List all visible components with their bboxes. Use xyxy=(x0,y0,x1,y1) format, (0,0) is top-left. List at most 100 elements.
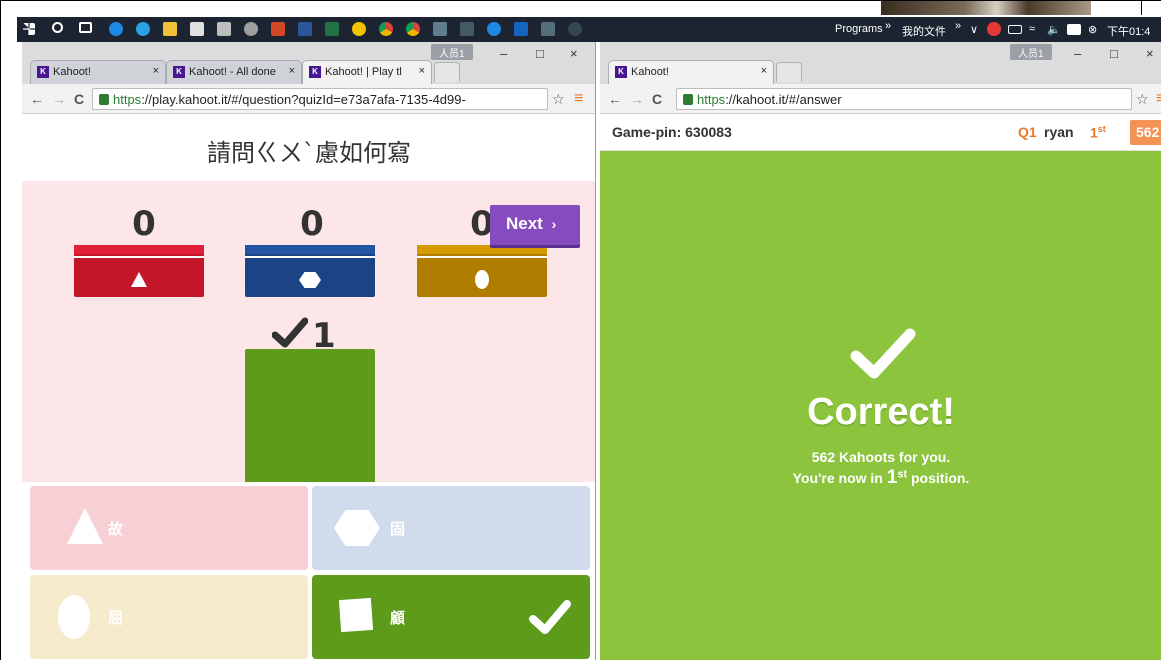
rank-suffix: st xyxy=(1097,124,1106,134)
hexagon-icon xyxy=(334,510,380,546)
minimize-button[interactable]: – xyxy=(500,46,507,61)
chevron-icon[interactable]: » xyxy=(885,20,891,32)
url-bar[interactable]: https://play.kahoot.it/#/question?quizId… xyxy=(92,88,548,110)
back-button[interactable]: ← xyxy=(30,91,44,107)
chrome-icon[interactable] xyxy=(379,22,393,36)
notification-tray-icon[interactable] xyxy=(1067,24,1081,35)
media-icon[interactable] xyxy=(244,22,258,36)
edge-icon[interactable] xyxy=(109,22,123,36)
answer-options: 故 固 屈 顧 xyxy=(22,482,595,660)
answer-label: 固 xyxy=(390,520,406,538)
answer-stats-panel: 0 0 0 Next › 1 xyxy=(22,181,595,482)
checkmark-icon xyxy=(272,317,308,348)
chrome-window-icon[interactable] xyxy=(568,22,582,36)
maximize-button[interactable]: □ xyxy=(536,46,544,61)
app-icon[interactable] xyxy=(514,22,528,36)
ime-tray-icon[interactable]: ⊗ xyxy=(1088,23,1097,36)
volume-tray-icon[interactable]: 🔈 xyxy=(1047,23,1061,36)
store-icon[interactable] xyxy=(190,22,204,36)
windows-start-icon[interactable] xyxy=(23,23,35,35)
lock-icon xyxy=(683,94,693,105)
url-bar[interactable]: https://kahoot.it/#/answer xyxy=(676,88,1132,110)
player-name: ryan xyxy=(1044,124,1074,140)
tab-kahoot-all-done[interactable]: K Kahoot! - All done × xyxy=(166,60,302,84)
answer-count-blue: 0 xyxy=(300,204,324,244)
new-tab-button[interactable] xyxy=(434,62,460,82)
app-icon[interactable] xyxy=(460,22,474,36)
reload-button[interactable]: C xyxy=(74,91,84,107)
ie-icon[interactable] xyxy=(136,22,150,36)
next-button[interactable]: Next › xyxy=(490,205,580,245)
tab-close-icon[interactable]: × xyxy=(419,65,425,77)
word-icon[interactable] xyxy=(298,22,312,36)
position-value: 1 xyxy=(886,467,898,488)
antivirus-tray-icon[interactable] xyxy=(987,22,1001,36)
checkmark-icon xyxy=(529,600,571,634)
excel-icon[interactable] xyxy=(325,22,339,36)
answer-count-red: 0 xyxy=(132,204,156,244)
title-bar: 人员1 – □ × K Kahoot! × K Kahoot! - All do… xyxy=(22,42,595,84)
tray-chevron-icon[interactable]: ∨ xyxy=(970,23,978,36)
calculator-icon[interactable] xyxy=(217,22,231,36)
circle-icon xyxy=(58,595,90,639)
file-explorer-icon[interactable] xyxy=(163,22,177,36)
forward-button[interactable]: → xyxy=(630,91,644,107)
score-badge: 562 xyxy=(1130,120,1161,145)
title-bar: 人员1 – □ × K Kahoot! × xyxy=(600,42,1161,84)
tab-kahoot-play[interactable]: K Kahoot! | Play tl × xyxy=(302,60,432,84)
app-icon[interactable] xyxy=(433,22,447,36)
wifi-tray-icon[interactable]: ≈ xyxy=(1029,23,1035,35)
position-suffix: st xyxy=(897,468,908,481)
search-icon[interactable] xyxy=(52,22,63,33)
programs-toolbar-label[interactable]: Programs xyxy=(835,23,883,35)
powerpoint-icon[interactable] xyxy=(271,22,285,36)
position-prefix: You're now in xyxy=(792,470,887,486)
app-icon[interactable] xyxy=(487,22,501,36)
url-text: ://kahoot.it/#/answer xyxy=(725,92,842,107)
back-button[interactable]: ← xyxy=(608,91,622,107)
chrome-menu-icon[interactable]: ≡ xyxy=(574,90,583,108)
result-title: Correct! xyxy=(807,391,955,433)
bookmark-star-icon[interactable]: ☆ xyxy=(552,91,565,108)
clock[interactable]: 下午01:4 xyxy=(1107,23,1150,39)
correct-answer-bar xyxy=(245,349,375,482)
reload-button[interactable]: C xyxy=(652,91,662,107)
app-icon[interactable] xyxy=(541,22,555,36)
chrome-menu-icon[interactable]: ≡ xyxy=(1156,90,1161,108)
url-scheme: https xyxy=(113,92,142,107)
chrome-alt-icon[interactable] xyxy=(406,22,420,36)
screen: Programs » 我的文件 » ∨ ≈ 🔈 ⊗ 下午01:4 人员1 – □… xyxy=(0,0,1161,660)
minimize-button[interactable]: – xyxy=(1074,46,1081,61)
close-button[interactable]: × xyxy=(570,46,578,61)
chevron-icon[interactable]: » xyxy=(955,20,961,32)
game-status-bar: Game-pin: 630083 Q1 ryan 1st 562 xyxy=(600,115,1161,151)
maximize-button[interactable]: □ xyxy=(1110,46,1118,61)
tab-close-icon[interactable]: × xyxy=(153,65,159,77)
tab-close-icon[interactable]: × xyxy=(289,65,295,77)
battery-tray-icon[interactable] xyxy=(1008,25,1022,34)
kahoot-favicon-icon: K xyxy=(37,66,49,78)
profile-button[interactable]: 人员1 xyxy=(431,44,473,60)
answer-option-hexagon: 固 xyxy=(312,486,590,570)
bookmark-star-icon[interactable]: ☆ xyxy=(1136,91,1149,108)
close-button[interactable]: × xyxy=(1146,46,1154,61)
host-browser-window: 人员1 – □ × K Kahoot! × K Kahoot! - All do… xyxy=(22,42,596,660)
answer-label: 顧 xyxy=(390,609,406,627)
lock-icon xyxy=(99,94,109,105)
tab-close-icon[interactable]: × xyxy=(761,65,767,77)
question-number: Q1 xyxy=(1018,124,1037,140)
player-browser-window: 人员1 – □ × K Kahoot! × ← → C https://kaho… xyxy=(600,42,1161,660)
profile-button[interactable]: 人员1 xyxy=(1010,44,1052,60)
tab-kahoot[interactable]: K Kahoot! × xyxy=(30,60,166,84)
tab-label: Kahoot! xyxy=(53,66,91,78)
square-icon xyxy=(338,597,374,633)
tab-kahoot[interactable]: K Kahoot! × xyxy=(608,60,774,84)
kahoot-favicon-icon: K xyxy=(173,66,185,78)
answer-option-triangle: 故 xyxy=(30,486,308,570)
address-toolbar: ← → C https://kahoot.it/#/answer ☆ ≡ xyxy=(600,84,1161,114)
task-view-icon[interactable] xyxy=(79,22,92,33)
forward-button[interactable]: → xyxy=(52,91,66,107)
new-tab-button[interactable] xyxy=(776,62,802,82)
norton-icon[interactable] xyxy=(352,22,366,36)
folder-toolbar-label[interactable]: 我的文件 xyxy=(902,23,946,39)
